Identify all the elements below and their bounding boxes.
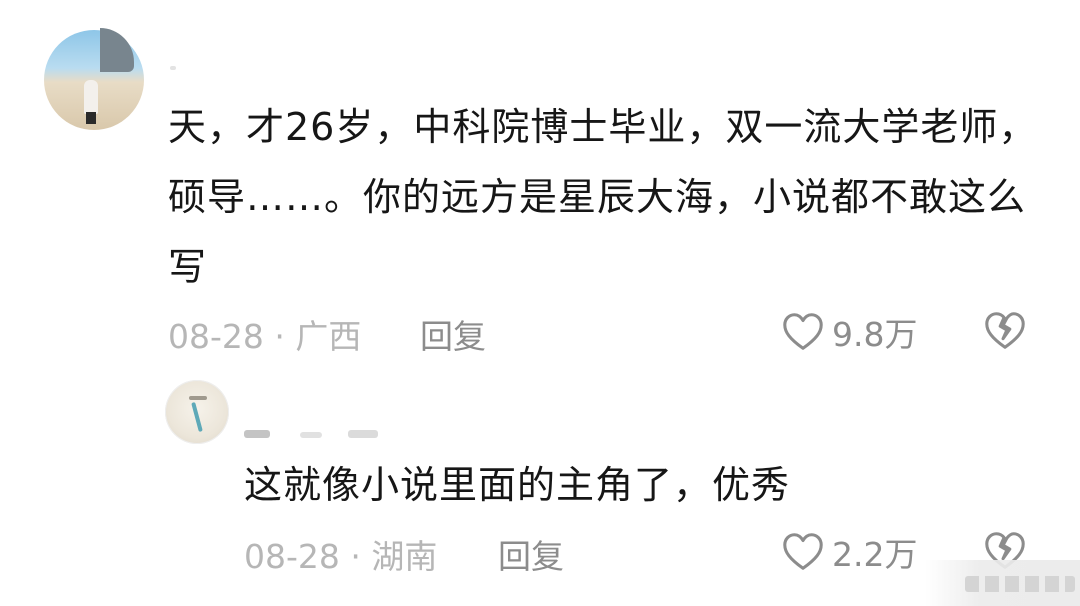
like-button[interactable]: 2.2万 xyxy=(780,528,917,576)
meta-separator: · xyxy=(350,537,361,576)
commenter-name-blurred xyxy=(348,430,378,438)
commenter-name-blurred[interactable] xyxy=(170,66,176,70)
comment-date: 08-28 xyxy=(168,317,264,356)
like-count: 9.8万 xyxy=(832,315,918,354)
comment-date: 08-28 xyxy=(244,537,340,576)
meta-separator: · xyxy=(274,317,285,356)
dislike-button[interactable] xyxy=(982,308,1028,358)
like-count: 2.2万 xyxy=(832,535,918,574)
reply-button[interactable]: 回复 xyxy=(498,530,564,578)
avatar-sketch-stroke xyxy=(191,401,203,433)
reply-button[interactable]: 回复 xyxy=(420,310,486,358)
comment-meta: 08-28 · 湖南 xyxy=(244,530,437,578)
avatar-sketch-stroke xyxy=(189,396,207,400)
comment-meta: 08-28 · 广西 xyxy=(168,310,361,358)
comment-text: 天，才26岁，中科院博士毕业，双一流大学老师，硕导……。你的远方是星辰大海，小说… xyxy=(168,105,1038,289)
comment-text: 这就像小说里面的主角了，优秀 xyxy=(244,463,791,507)
like-button[interactable]: 9.8万 xyxy=(780,308,917,356)
watermark-text-blurred xyxy=(965,576,1075,592)
comment-location: 湖南 xyxy=(371,537,438,576)
commenter-avatar[interactable] xyxy=(165,380,229,444)
broken-heart-icon xyxy=(985,312,1025,349)
avatar-photo-figure-legs xyxy=(86,112,96,124)
watermark xyxy=(925,560,1080,606)
heart-outline-icon xyxy=(783,313,823,350)
commenter-name-blurred[interactable] xyxy=(244,430,270,438)
comment-location: 广西 xyxy=(295,317,362,356)
avatar-photo-figure xyxy=(84,80,98,114)
heart-outline-icon xyxy=(783,533,823,570)
avatar-badge xyxy=(100,28,134,72)
commenter-name-blurred xyxy=(300,432,322,438)
